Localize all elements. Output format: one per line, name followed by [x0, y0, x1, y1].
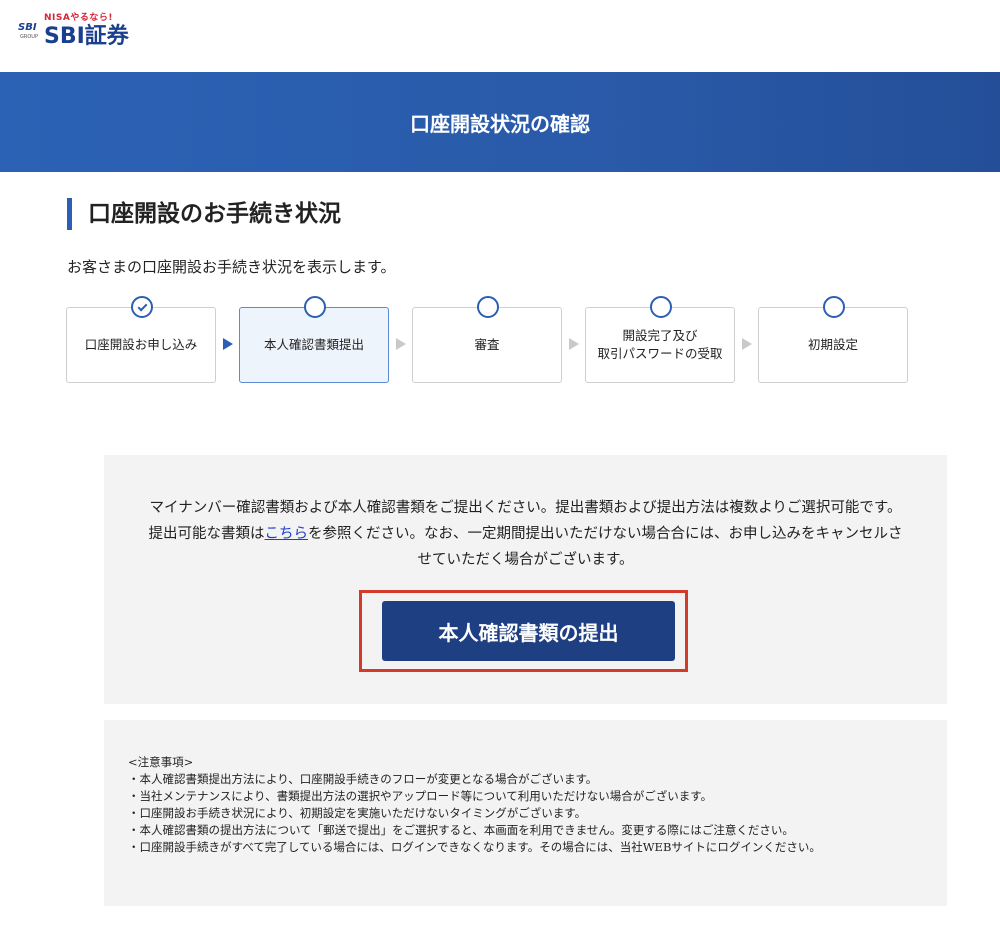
progress-steps: 口座開設お申し込み 本人確認書類提出 審査 開設完了及び 取引パスワードの受取 … — [66, 296, 916, 386]
caution-notes: <注意事項> ・本人確認書類提出方法により、口座開設手続きのフローが変更となる場… — [104, 720, 947, 906]
documents-list-link[interactable]: こちら — [265, 526, 309, 542]
section-heading: 口座開設のお手続き状況 — [67, 198, 341, 230]
step-label: 開設完了及び 取引パスワードの受取 — [597, 327, 722, 363]
page-banner: 口座開設状況の確認 — [0, 72, 1000, 172]
step-arrow-icon — [569, 338, 579, 350]
step-review: 審査 — [412, 307, 562, 383]
step-circle-icon — [477, 296, 499, 318]
step-id-document-submission: 本人確認書類提出 — [239, 307, 389, 383]
logo-group-mark-text: SBI — [18, 22, 37, 33]
step-arrow-icon — [396, 338, 406, 350]
step-label: 審査 — [474, 337, 500, 352]
notice-text: マイナンバー確認書類および本人確認書類をご提出ください。提出書類および提出方法は… — [148, 495, 903, 573]
step-label: 口座開設お申し込み — [84, 337, 198, 352]
submit-id-documents-button[interactable]: 本人確認書類の提出 — [382, 601, 675, 661]
step-label: 本人確認書類提出 — [263, 337, 364, 352]
step-label-line2: 取引パスワードの受取 — [597, 346, 723, 361]
step-completed-check-icon — [131, 296, 153, 318]
caution-notes-content: <注意事項> ・本人確認書類提出方法により、口座開設手続きのフローが変更となる場… — [128, 754, 938, 856]
sbi-logo[interactable]: NISAやるなら! SBI GROUP SBI証券 — [18, 10, 138, 49]
submit-button-highlight: 本人確認書類の提出 — [359, 590, 688, 672]
logo-name: SBI証券 — [44, 24, 129, 49]
logo-group-caption: GROUP — [20, 34, 38, 40]
note-item: ・口座開設お手続き状況により、初期設定を実施いただけないタイミングがございます。 — [128, 806, 587, 820]
sbi-group-mark: SBI GROUP — [18, 22, 40, 42]
step-application: 口座開設お申し込み — [66, 307, 216, 383]
step-circle-icon — [823, 296, 845, 318]
page-title: 口座開設状況の確認 — [410, 111, 590, 136]
step-circle-icon — [304, 296, 326, 318]
step-account-opened: 開設完了及び 取引パスワードの受取 — [585, 307, 735, 383]
section-intro: お客さまの口座開設お手続き状況を表示します。 — [67, 258, 396, 276]
step-arrow-icon — [742, 338, 752, 350]
notice-text-part: を参照ください。なお、一定期間提出いただけない場合合には、お申し込みをキャンセル… — [308, 526, 903, 568]
step-circle-icon — [650, 296, 672, 318]
step-label-line1: 開設完了及び — [622, 328, 698, 343]
step-label: 初期設定 — [807, 337, 858, 352]
note-item: ・本人確認書類提出方法により、口座開設手続きのフローが変更となる場合がございます… — [128, 772, 598, 786]
submission-notice-panel: マイナンバー確認書類および本人確認書類をご提出ください。提出書類および提出方法は… — [104, 455, 947, 704]
step-arrow-icon — [223, 338, 233, 350]
note-item: ・口座開設手続きがすべて完了している場合には、ログインできなくなります。その場合… — [128, 840, 821, 854]
step-initial-setup: 初期設定 — [758, 307, 908, 383]
notes-heading: <注意事項> — [128, 755, 194, 769]
note-item: ・当社メンテナンスにより、書類提出方法の選択やアップロード等について利用いただけ… — [128, 789, 713, 803]
note-item: ・本人確認書類の提出方法について「郵送で提出」をご選択すると、本画面を利用できま… — [128, 823, 794, 837]
